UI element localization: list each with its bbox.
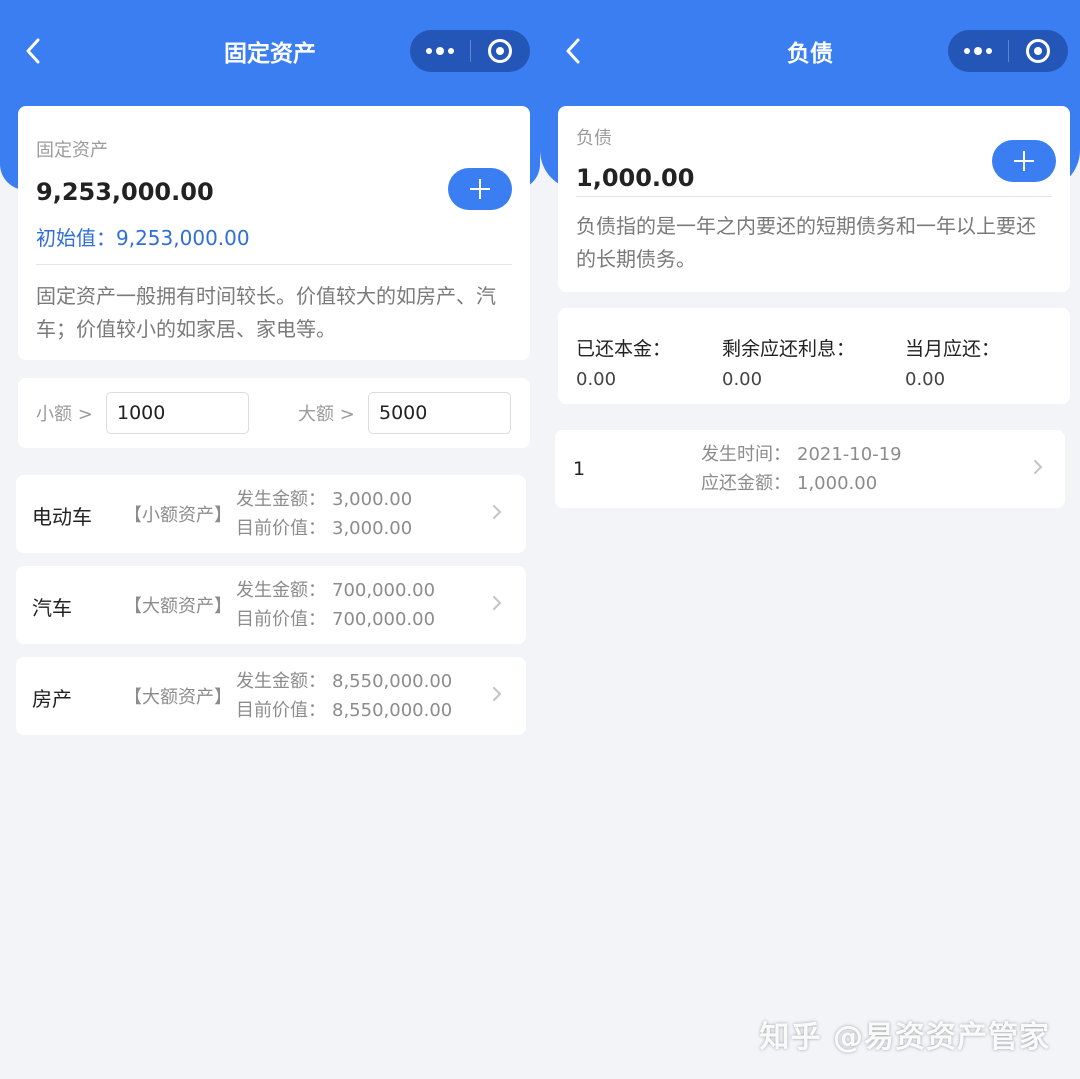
chevron-right-icon (493, 687, 502, 701)
record-values: 发生时间： 2021-10-19 应还金额： 1,000.00 (701, 440, 902, 498)
navbar: 负债 (540, 0, 1080, 104)
more-dots-icon (963, 47, 992, 55)
chevron-right-icon (493, 505, 502, 519)
summary-label: 固定资产 (36, 140, 108, 161)
summary-description: 负债指的是一年之内要还的短期债务和一年以上要还的长期债务。 (576, 214, 1036, 271)
large-threshold-label: 大额 > (298, 404, 355, 425)
asset-name: 房产 (32, 687, 72, 711)
stat-label: 当月应还： (905, 338, 1001, 360)
asset-tag: 【大额资产】 (124, 596, 232, 617)
amount-label: 发生金额： (236, 580, 326, 601)
current-label: 目前价值： (236, 700, 326, 721)
current-label: 目前价值： (236, 518, 326, 539)
summary-card: 固定资产 9,253,000.00 初始值：9,253,000.00 固定资产一… (18, 106, 530, 360)
amount-value: 3,000.00 (332, 489, 413, 510)
add-asset-button[interactable] (448, 168, 512, 210)
initial-amount: 9,253,000.00 (116, 226, 250, 250)
stat-remaining-interest: 剩余应还利息： 0.00 (722, 334, 855, 390)
mini-program-capsule (948, 30, 1068, 72)
target-circle-icon (1026, 39, 1051, 63)
asset-values: 发生金额： 8,550,000.00 目前价值： 8,550,000.00 (236, 667, 452, 725)
current-value: 3,000.00 (332, 518, 413, 539)
large-threshold-input[interactable]: 5000 (368, 392, 511, 434)
stat-label: 剩余应还利息： (722, 338, 856, 360)
chevron-right-icon (1034, 460, 1043, 474)
amount-value: 700,000.00 (332, 580, 436, 601)
watermark: 知乎 @易资资产管家 (759, 1020, 1050, 1055)
due-amount-label: 应还金额： (701, 473, 791, 494)
close-button[interactable] (1009, 30, 1069, 72)
record-index: 1 (573, 458, 586, 480)
amount-value: 8,550,000.00 (332, 671, 453, 692)
asset-tag: 【小额资产】 (124, 505, 232, 526)
summary-card: 负债 1,000.00 负债指的是一年之内要还的短期债务和一年以上要还的长期债务… (558, 106, 1070, 292)
stat-repaid-principal: 已还本金： 0.00 (576, 334, 671, 390)
amount-label: 发生金额： (236, 489, 326, 510)
navbar: 固定资产 (0, 0, 540, 104)
current-value: 700,000.00 (332, 609, 436, 630)
due-amount-value: 1,000.00 (797, 473, 878, 494)
threshold-card: 小额 > 1000 大额 > 5000 (18, 378, 530, 448)
asset-name: 电动车 (32, 505, 92, 529)
summary-description: 固定资产一般拥有时间较长。价值较大的如房产、汽车；价值较小的如家居、家电等。 (36, 284, 496, 341)
current-label: 目前价值： (236, 609, 326, 630)
stats-card: 已还本金： 0.00 剩余应还利息： 0.00 当月应还： 0.00 (558, 308, 1070, 404)
asset-row[interactable]: 汽车 【大额资产】 发生金额： 700,000.00 目前价值： 700,000.0… (16, 566, 526, 644)
fixed-assets-screen: 固定资产 固定资产 9,253,000.00 初始值：9,253,000.00 … (0, 0, 540, 1079)
mini-program-capsule (410, 30, 530, 72)
liabilities-screen: 负债 负债 1,000.00 负债指的是一年之内要还的短期债务和一年以上要还的长… (540, 0, 1080, 1079)
liability-record-row[interactable]: 1 发生时间： 2021-10-19 应还金额： 1,000.00 (555, 430, 1065, 508)
date-value: 2021-10-19 (797, 444, 902, 465)
divider (576, 196, 1052, 197)
summary-value: 9,253,000.00 (36, 178, 214, 206)
stat-value: 0.00 (905, 369, 946, 390)
asset-row[interactable]: 电动车 【小额资产】 发生金额： 3,000.00 目前价值： 3,000.00 (16, 475, 526, 553)
asset-values: 发生金额： 3,000.00 目前价值： 3,000.00 (236, 485, 412, 543)
more-button[interactable] (410, 30, 470, 72)
asset-tag: 【大额资产】 (124, 687, 232, 708)
stat-monthly-due: 当月应还： 0.00 (905, 334, 1000, 390)
stat-label: 已还本金： (576, 338, 672, 360)
asset-values: 发生金额： 700,000.00 目前价值： 700,000.00 (236, 576, 435, 634)
summary-label: 负债 (576, 128, 612, 149)
current-value: 8,550,000.00 (332, 700, 453, 721)
more-dots-icon (425, 47, 454, 55)
stat-value: 0.00 (576, 369, 617, 390)
close-button[interactable] (471, 30, 531, 72)
add-liability-button[interactable] (992, 140, 1056, 182)
chevron-right-icon (493, 596, 502, 610)
amount-label: 发生金额： (236, 671, 326, 692)
asset-name: 汽车 (32, 596, 72, 620)
initial-value: 初始值：9,253,000.00 (36, 222, 250, 251)
asset-row[interactable]: 房产 【大额资产】 发生金额： 8,550,000.00 目前价值： 8,550,0… (16, 657, 526, 735)
date-label: 发生时间： (701, 444, 791, 465)
initial-prefix: 初始值： (36, 226, 116, 250)
more-button[interactable] (948, 30, 1008, 72)
summary-value: 1,000.00 (576, 164, 695, 192)
small-threshold-input[interactable]: 1000 (106, 392, 249, 434)
small-threshold-label: 小额 > (36, 404, 93, 425)
plus-icon-vertical (479, 179, 481, 199)
divider (36, 264, 512, 265)
plus-icon-vertical (1023, 151, 1025, 171)
stat-value: 0.00 (722, 369, 763, 390)
target-circle-icon (488, 39, 513, 63)
